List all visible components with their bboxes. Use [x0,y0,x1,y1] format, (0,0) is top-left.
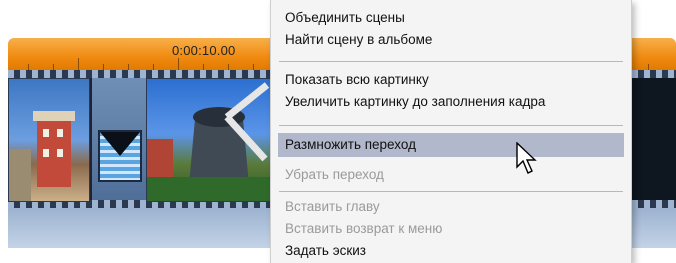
context-menu: Объединить сцены Найти сцену в альбоме П… [270,0,632,263]
transition-hourglass-icon[interactable] [98,130,142,182]
menu-item-merge-scenes[interactable]: Объединить сцены [285,7,405,29]
menu-item-insert-return-to-menu[interactable]: Вставить возврат к меню [285,218,442,240]
menu-item-insert-chapter[interactable]: Вставить главу [285,196,380,218]
menu-separator [279,61,623,62]
menu-item-zoom-to-fill-frame[interactable]: Увеличить картинку до заполнения кадра [285,91,545,113]
menu-item-show-full-picture[interactable]: Показать всю картинку [285,69,429,91]
menu-separator [279,125,623,126]
ruler-tick [178,58,179,70]
mouse-pointer-icon [516,142,537,174]
ruler-timecode: 0:00:10.00 [172,43,236,58]
transition-slot[interactable] [90,78,148,200]
clip-thumbnail-windmill[interactable] [146,78,282,202]
windmill-thumbnail-image [147,82,281,201]
clip-thumbnail-buildings[interactable] [8,78,90,202]
buildings-thumbnail-image [9,111,75,201]
menu-item-find-scene-in-album[interactable]: Найти сцену в альбоме [285,29,432,51]
menu-separator [279,191,623,192]
ruler-tick [78,58,79,70]
menu-item-remove-transition[interactable]: Убрать переход [285,164,384,186]
menu-item-set-thumbnail[interactable]: Задать эскиз [285,240,366,262]
menu-item-duplicate-transition[interactable]: Размножить переход [285,134,416,156]
